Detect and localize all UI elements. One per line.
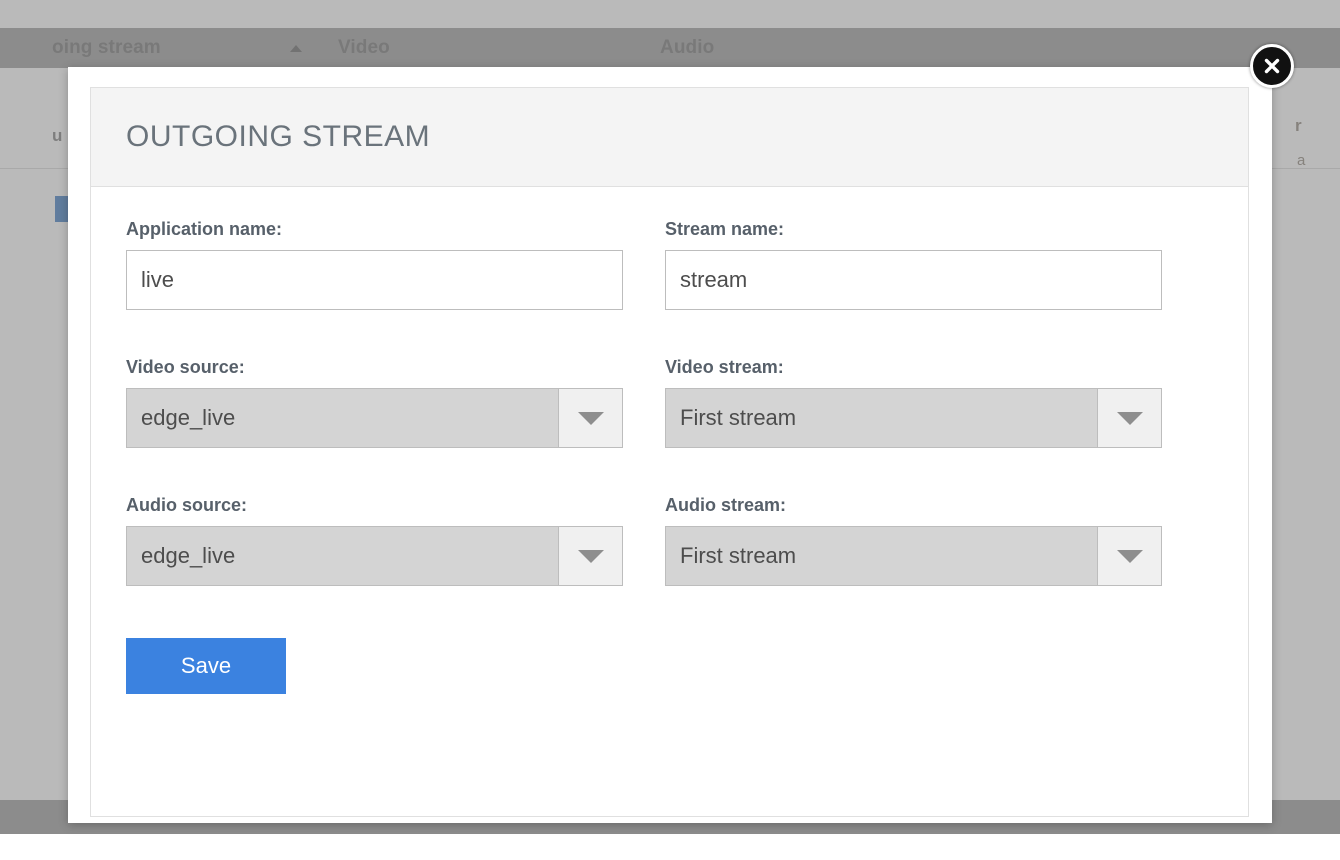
stream-name-input[interactable] <box>665 250 1162 310</box>
dialog-body: Application name: Stream name: Video sou… <box>91 187 1248 694</box>
field-audio-source: Audio source: edge_live <box>126 495 623 586</box>
close-dialog-button[interactable] <box>1250 44 1294 88</box>
outgoing-stream-dialog: OUTGOING STREAM Application name: Stream… <box>68 67 1272 823</box>
application-name-label: Application name: <box>126 219 623 240</box>
dialog-header: OUTGOING STREAM <box>91 88 1248 187</box>
save-button[interactable]: Save <box>126 638 286 694</box>
video-stream-select[interactable]: First stream <box>665 388 1162 448</box>
audio-source-label: Audio source: <box>126 495 623 516</box>
video-stream-label: Video stream: <box>665 357 1162 378</box>
application-name-input[interactable] <box>126 250 623 310</box>
stream-settings-form: Application name: Stream name: Video sou… <box>126 219 1213 633</box>
video-stream-selected-value: First stream <box>666 405 796 431</box>
dialog-inner-panel: OUTGOING STREAM Application name: Stream… <box>90 87 1249 817</box>
chevron-down-icon <box>1117 412 1143 425</box>
audio-stream-select[interactable]: First stream <box>665 526 1162 586</box>
chevron-down-icon <box>578 412 604 425</box>
video-stream-dropdown-button[interactable] <box>1097 389 1161 447</box>
video-source-label: Video source: <box>126 357 623 378</box>
audio-source-selected-value: edge_live <box>127 543 235 569</box>
grid-gap-2 <box>623 357 665 495</box>
dialog-title: OUTGOING STREAM <box>126 120 430 154</box>
stream-name-label: Stream name: <box>665 219 1162 240</box>
audio-stream-selected-value: First stream <box>666 543 796 569</box>
audio-stream-dropdown-button[interactable] <box>1097 527 1161 585</box>
chevron-down-icon <box>578 550 604 563</box>
field-stream-name: Stream name: <box>665 219 1162 310</box>
field-application-name: Application name: <box>126 219 623 310</box>
chevron-down-icon <box>1117 550 1143 563</box>
audio-source-select[interactable]: edge_live <box>126 526 623 586</box>
field-video-source: Video source: edge_live <box>126 357 623 448</box>
page-root: oing stream Video Audio u r a OUTGOING S… <box>0 0 1340 860</box>
grid-gap-3 <box>623 495 665 633</box>
video-source-select[interactable]: edge_live <box>126 388 623 448</box>
audio-stream-label: Audio stream: <box>665 495 1162 516</box>
field-video-stream: Video stream: First stream <box>665 357 1162 448</box>
video-source-selected-value: edge_live <box>127 405 235 431</box>
grid-gap-1 <box>623 219 665 357</box>
video-source-dropdown-button[interactable] <box>558 389 622 447</box>
field-audio-stream: Audio stream: First stream <box>665 495 1162 586</box>
close-icon <box>1261 55 1283 77</box>
audio-source-dropdown-button[interactable] <box>558 527 622 585</box>
